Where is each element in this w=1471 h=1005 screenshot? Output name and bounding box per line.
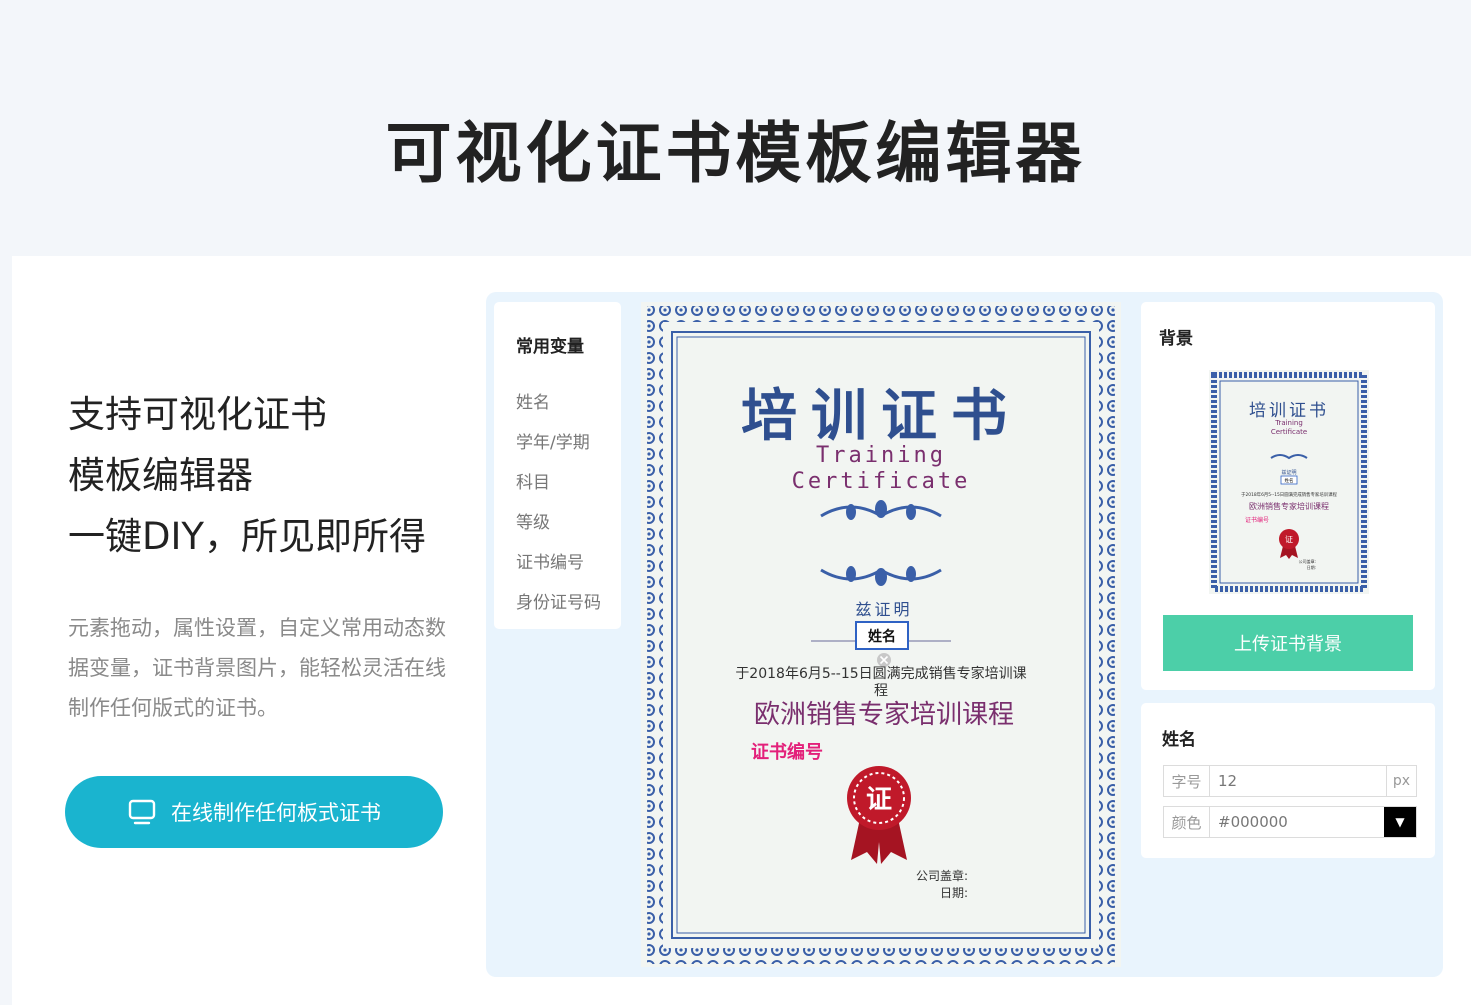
hero-line: 一键DIY，所见即所得 [68,515,427,558]
seal-icon: 证 [847,766,911,864]
ornament-icon [820,500,942,520]
certificate-image: 培训证书 Training Certificate 兹证明 姓名 于2018年6… [647,306,1115,964]
seal-label: 证 [866,785,892,815]
editor-preview: 常用变量 姓名 学年/学期 科目 等级 证书编号 身份证号码 培训证书 Trai… [486,292,1443,977]
color-field[interactable]: 颜色 #000000 ▼ [1163,806,1417,838]
thumb-body: 于2018年6月5--15日圆满完成销售专家培训课程 [1241,491,1337,498]
hero-title: 支持可视化证书 模板编辑器 一键DIY，所见即所得 [68,384,468,567]
online-create-button[interactable]: 在线制作任何板式证书 [65,776,443,848]
cert-body-line: 于2018年6月5--15日圆满完成销售专家培训课 [735,665,1026,682]
background-panel: 背景 培训证书 Training Certificate 兹证明 姓名 于201… [1141,302,1435,690]
background-title: 背景 [1159,329,1193,349]
property-title: 姓名 [1162,730,1196,750]
online-create-label: 在线制作任何板式证书 [171,801,381,825]
thumb-title-cn: 培训证书 [1249,401,1329,421]
cert-prefix: 兹证明 [855,600,912,619]
cert-course: 欧洲销售专家培训课程 [754,700,1014,730]
thumb-name: 姓名 [1285,477,1294,484]
ornament-icon [820,566,942,586]
thumb-stamp: 公司盖章: [1299,558,1316,564]
thumb-title-en-1: Training [1274,419,1303,427]
monitor-icon [127,797,157,827]
font-size-input[interactable]: 12 [1210,772,1386,790]
thumb-cert-number: 证书编号 [1245,516,1269,524]
feature-card: 支持可视化证书 模板编辑器 一键DIY，所见即所得 元素拖动，属性设置，自定义常… [12,256,1471,1005]
close-icon[interactable] [877,653,891,667]
thumb-seal-icon: 证 [1279,529,1299,559]
thumb-seal-label: 证 [1285,535,1293,544]
thumb-prefix: 兹证明 [1281,469,1296,476]
thumb-course: 欧洲销售专家培训课程 [1249,501,1329,511]
stamp-label: 公司盖章: [916,868,968,883]
background-thumbnail[interactable]: 培训证书 Training Certificate 兹证明 姓名 于2018年6… [1209,370,1369,594]
hero-description: 元素拖动，属性设置，自定义常用动态数据变量，证书背景图片，能轻松灵活在线制作任何… [68,616,446,720]
variables-panel: 常用变量 姓名 学年/学期 科目 等级 证书编号 身份证号码 [494,302,621,629]
variable-item-id-number[interactable]: 身份证号码 [516,588,601,613]
hero-line: 支持可视化证书 [68,393,327,436]
variable-item-grade[interactable]: 等级 [516,508,550,533]
upload-background-button[interactable]: 上传证书背景 [1163,615,1413,671]
variable-item-subject[interactable]: 科目 [516,468,550,493]
page-title: 可视化证书模板编辑器 [385,115,1086,192]
color-label: 颜色 [1164,807,1210,837]
cert-body-wrap: 程 [874,683,888,699]
cert-title-en-2: Certificate [792,469,971,494]
thumb-date: 日期: [1307,564,1316,570]
date-label: 日期: [940,886,968,900]
certificate-canvas[interactable]: 培训证书 Training Certificate 兹证明 姓名 于2018年6… [641,302,1121,967]
color-input[interactable]: #000000 [1210,813,1384,831]
thumb-title-en-2: Certificate [1271,428,1307,436]
variables-title: 常用变量 [516,337,584,357]
variable-item-name[interactable]: 姓名 [516,388,550,413]
font-size-label: 字号 [1164,766,1210,796]
cert-title-cn: 培训证书 [741,384,1021,449]
font-size-field[interactable]: 字号 12 px [1163,765,1417,797]
variable-item-term[interactable]: 学年/学期 [516,428,590,453]
name-field-label: 姓名 [868,628,896,645]
color-picker-dropdown-icon[interactable]: ▼ [1384,807,1416,837]
property-panel: 姓名 字号 12 px 颜色 #000000 ▼ [1141,703,1435,858]
cert-number: 证书编号 [751,741,823,763]
variable-item-cert-number[interactable]: 证书编号 [516,548,584,573]
cert-title-en-1: Training [816,443,946,468]
font-size-unit: px [1386,766,1416,796]
hero-line: 模板编辑器 [68,454,253,497]
